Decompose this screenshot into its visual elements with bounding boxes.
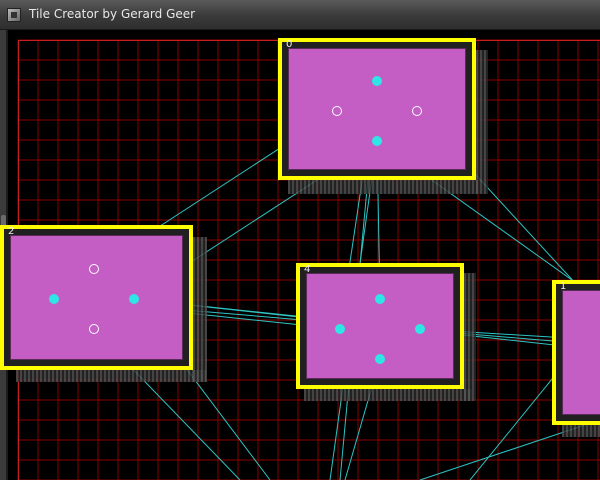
tile-shadow xyxy=(193,237,207,382)
connector-node[interactable] xyxy=(372,76,382,86)
tile-shadow xyxy=(464,273,476,401)
connector-node[interactable] xyxy=(375,294,385,304)
tile-body xyxy=(288,48,466,170)
connector-node[interactable] xyxy=(335,324,345,334)
tile-frame xyxy=(296,263,464,389)
tile-id-label: 2 xyxy=(8,226,15,237)
tile-id-label: 4 xyxy=(304,264,311,275)
tile-shadow xyxy=(476,50,488,194)
tile-frame xyxy=(278,38,476,180)
open-connector-node[interactable] xyxy=(89,324,99,334)
tile-body xyxy=(562,290,600,415)
tile-shadow xyxy=(16,370,206,382)
connector-node[interactable] xyxy=(415,324,425,334)
open-connector-node[interactable] xyxy=(89,264,99,274)
connector-node[interactable] xyxy=(372,136,382,146)
tile-frame xyxy=(552,280,600,425)
connector-node[interactable] xyxy=(129,294,139,304)
tile-id-label: 0 xyxy=(286,39,293,50)
tile-2[interactable]: 2 xyxy=(0,225,207,382)
tile-1[interactable]: 1 xyxy=(552,280,600,437)
connector-node[interactable] xyxy=(375,354,385,364)
tile-frame xyxy=(0,225,193,370)
tile-shadow xyxy=(304,389,472,401)
tile-0[interactable]: 0 xyxy=(278,38,488,194)
tile-body xyxy=(10,235,183,360)
tile-shadow xyxy=(288,180,478,194)
open-connector-node[interactable] xyxy=(332,106,342,116)
tile-id-label: 1 xyxy=(560,281,567,292)
tile-shadow xyxy=(562,425,600,437)
open-connector-node[interactable] xyxy=(412,106,422,116)
connector-node[interactable] xyxy=(49,294,59,304)
tile-4[interactable]: 4 xyxy=(296,263,476,401)
